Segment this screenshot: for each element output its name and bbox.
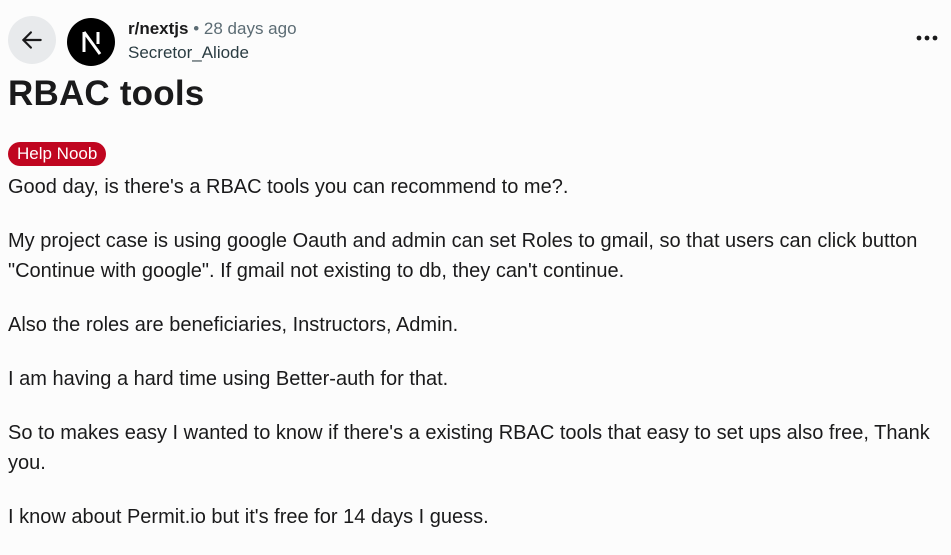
subreddit-link[interactable]: r/nextjs [128, 19, 188, 38]
back-button[interactable] [8, 16, 56, 64]
post-body: Good day, is there's a RBAC tools you ca… [8, 172, 938, 555]
post-title: RBAC tools [8, 74, 205, 113]
post-paragraph: My project case is using google Oauth an… [8, 230, 918, 282]
more-options-button[interactable] [911, 22, 943, 54]
subreddit-avatar[interactable] [67, 18, 115, 66]
meta-separator: • [193, 19, 200, 38]
post-paragraph: I know about Permit.io but it's free for… [8, 506, 489, 528]
nextjs-logo-icon [82, 31, 102, 55]
author-link[interactable]: Secretor_Aliode [128, 42, 297, 64]
post-paragraph: I am having a hard time using Better-aut… [8, 368, 449, 390]
arrow-left-icon [22, 31, 42, 49]
more-horizontal-icon [916, 35, 938, 41]
post-page: r/nextjs • 28 days ago Secretor_Aliode R… [0, 0, 951, 555]
post-time: 28 days ago [203, 19, 297, 38]
post-meta: r/nextjs • 28 days ago Secretor_Aliode [128, 18, 297, 64]
post-paragraph: Also the roles are beneficiaries, Instru… [8, 314, 459, 336]
post-paragraph: So to makes easy I wanted to know if the… [8, 422, 930, 474]
post-paragraph: Good day, is there's a RBAC tools you ca… [8, 176, 569, 198]
post-meta-line: r/nextjs • 28 days ago [128, 18, 297, 40]
flair-badge[interactable]: Help Noob [8, 142, 107, 166]
